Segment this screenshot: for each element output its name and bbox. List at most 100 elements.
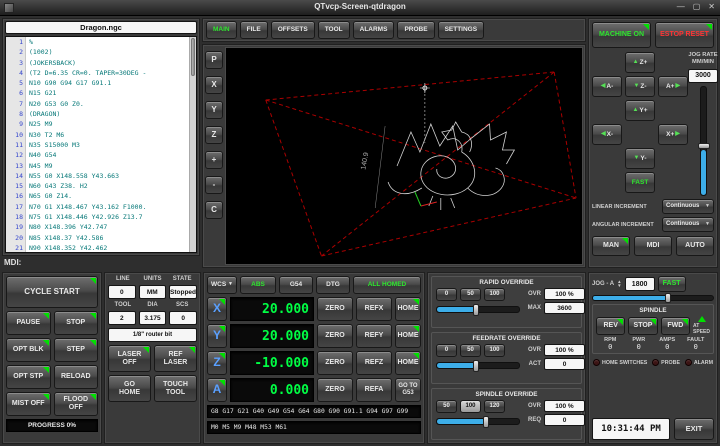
laser-toggle-button[interactable]: LASER OFF <box>108 345 151 372</box>
gcode-editor[interactable]: 1 % 2 (1002) 3 (JOKERSBACK) 4 (T2 D=6.35… <box>5 36 197 253</box>
home-x-button[interactable]: HOME <box>395 297 421 321</box>
flood-button[interactable]: FLOOD OFF <box>54 392 99 416</box>
jog-a-rate-spinbox[interactable]: 1800 <box>625 277 655 291</box>
axis-y-button[interactable]: Y <box>207 324 227 348</box>
linear-increment-combobox[interactable]: Continuous ▼ <box>662 199 714 214</box>
jog-a-rate-slider[interactable] <box>592 295 714 301</box>
tab-file[interactable]: FILE <box>240 21 268 39</box>
ref-x-button[interactable]: REFX <box>356 297 392 321</box>
dtg-button[interactable]: DTG <box>316 276 350 294</box>
pause-button[interactable]: PAUSE <box>6 311 51 335</box>
abs-button[interactable]: ABS <box>240 276 276 294</box>
view-perspective-button[interactable]: P <box>205 51 223 69</box>
slider-knob[interactable] <box>473 304 479 316</box>
all-homed-button[interactable]: ALL HOMED <box>353 276 421 294</box>
slider-knob[interactable] <box>473 360 479 372</box>
tab-alarms[interactable]: ALARMS <box>353 21 395 39</box>
ref-y-button[interactable]: REFY <box>356 324 392 348</box>
rapid-100-button[interactable]: 100 <box>484 288 505 301</box>
jog-z-plus-button[interactable]: ▲ Z+ <box>625 52 655 73</box>
feedrate-override-slider[interactable] <box>436 362 520 369</box>
optional-block-button[interactable]: OPT BLK <box>6 338 51 362</box>
estop-reset-button[interactable]: ESTOP RESET <box>655 22 714 48</box>
clear-view-button[interactable]: C <box>205 201 223 219</box>
feed-100-button[interactable]: 100 <box>484 344 505 357</box>
tab-settings[interactable]: SETTINGS <box>438 21 485 39</box>
jog-rate-spinbox[interactable]: 3000 <box>688 69 718 83</box>
mode-mdi-button[interactable]: MDI <box>634 236 672 256</box>
spindle-stop-button[interactable]: STOP <box>628 317 657 335</box>
cycle-start-button[interactable]: CYCLE START <box>6 276 98 308</box>
jog-rate-slider[interactable] <box>700 86 707 196</box>
stop-button[interactable]: STOP <box>54 311 99 335</box>
ref-z-button[interactable]: REFZ <box>356 351 392 375</box>
touch-tool-button[interactable]: TOUCH TOOL <box>154 375 197 402</box>
machine-on-button[interactable]: MACHINE ON <box>592 22 651 48</box>
g54-button[interactable]: G54 <box>279 276 313 294</box>
close-icon[interactable]: ✕ <box>708 2 715 11</box>
rapid-50-button[interactable]: 50 <box>460 288 481 301</box>
go-home-button[interactable]: GO HOME <box>108 375 151 402</box>
spindle-override-slider[interactable] <box>436 418 520 425</box>
spindle-forward-button[interactable]: FWD <box>661 317 690 335</box>
slider-knob[interactable] <box>698 143 710 149</box>
angular-increment-combobox[interactable]: Continuous ▼ <box>662 217 714 232</box>
view-x-button[interactable]: X <box>205 76 223 94</box>
jog-z-minus-button[interactable]: ▼ Z- <box>625 76 655 97</box>
tab-probe[interactable]: PROBE <box>397 21 434 39</box>
zero-x-button[interactable]: ZERO <box>317 297 353 321</box>
zero-z-button[interactable]: ZERO <box>317 351 353 375</box>
slider-knob[interactable] <box>665 293 671 303</box>
view-y-button[interactable]: Y <box>205 101 223 119</box>
jog-x-plus-button[interactable]: X+ ▶ <box>658 124 688 145</box>
jog-a-plus-button[interactable]: A+ ▶ <box>658 76 688 97</box>
mode-auto-button[interactable]: AUTO <box>676 236 714 256</box>
tab-tool[interactable]: TOOL <box>318 21 350 39</box>
go-to-g53-button[interactable]: GO TO G53 <box>395 378 421 402</box>
jog-y-minus-button[interactable]: ▼ Y- <box>625 148 655 169</box>
mode-manual-button[interactable]: MAN <box>592 236 630 256</box>
rapid-0-button[interactable]: 0 <box>436 288 457 301</box>
minimize-icon[interactable]: — <box>677 2 685 11</box>
home-z-button[interactable]: HOME <box>395 351 421 375</box>
zero-y-button[interactable]: ZERO <box>317 324 353 348</box>
jog-fast-button[interactable]: FAST <box>625 172 655 193</box>
ref-laser-button[interactable]: REF LASER <box>154 345 197 372</box>
spindle-reverse-button[interactable]: REV <box>596 317 625 335</box>
maximize-icon[interactable]: ▢ <box>693 2 701 11</box>
spinbox-arrows-icon[interactable]: ▲▼ <box>617 280 621 289</box>
zoom-in-button[interactable]: + <box>205 151 223 169</box>
step-button[interactable]: STEP <box>54 338 99 362</box>
spindle-100-button[interactable]: 100 <box>460 400 481 413</box>
gcode-scrollbar[interactable] <box>189 37 196 252</box>
dro-row-z: Z -10.000 ZERO REFZ HOME <box>207 351 421 375</box>
feed-0-button[interactable]: 0 <box>436 344 457 357</box>
view-z-button[interactable]: Z <box>205 126 223 144</box>
axis-x-button[interactable]: X <box>207 297 227 321</box>
spindle-50-button[interactable]: 50 <box>436 400 457 413</box>
tab-main[interactable]: MAIN <box>206 21 237 39</box>
jog-a-fast-button[interactable]: FAST <box>658 276 686 292</box>
jog-x-minus-button[interactable]: ◀ X- <box>592 124 622 145</box>
rapid-override-slider[interactable] <box>436 306 520 313</box>
wcs-dropdown[interactable]: WCS ▼ <box>207 276 237 294</box>
exit-button[interactable]: EXIT <box>674 418 714 440</box>
gremlin-canvas[interactable]: 140.9 <box>225 47 583 265</box>
zoom-out-button[interactable]: - <box>205 176 223 194</box>
axis-a-button[interactable]: A <box>207 378 227 402</box>
gcode-line-text: N40 G54 <box>26 150 56 160</box>
jog-a-minus-button[interactable]: ◀ A- <box>592 76 622 97</box>
spindle-120-button[interactable]: 120 <box>484 400 505 413</box>
slider-knob[interactable] <box>483 416 489 428</box>
ref-a-button[interactable]: REFA <box>356 378 392 402</box>
zero-a-button[interactable]: ZERO <box>317 378 353 402</box>
optional-stop-button[interactable]: OPT STP <box>6 365 51 389</box>
jog-y-plus-button[interactable]: ▲ Y+ <box>625 100 655 121</box>
axis-z-button[interactable]: Z <box>207 351 227 375</box>
feed-50-button[interactable]: 50 <box>460 344 481 357</box>
mist-button[interactable]: MIST OFF <box>6 392 51 416</box>
reload-button[interactable]: RELOAD <box>54 365 99 389</box>
scrollbar-thumb[interactable] <box>191 38 195 76</box>
home-y-button[interactable]: HOME <box>395 324 421 348</box>
tab-offsets[interactable]: OFFSETS <box>271 21 315 39</box>
